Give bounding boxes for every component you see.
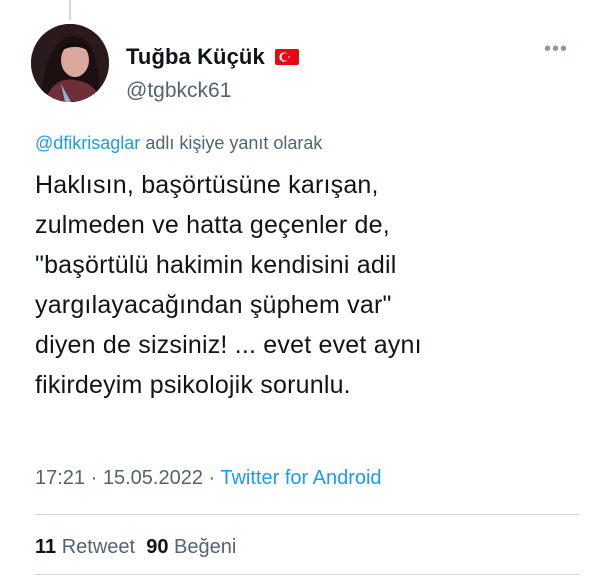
retweet-count: 11 — [35, 536, 57, 558]
reply-context-label: adlı kişiye yanıt olarak — [140, 133, 323, 153]
user-handle[interactable]: @tgbkck61 — [126, 79, 231, 103]
retweet-label: Retweet — [61, 536, 136, 558]
more-options-icon[interactable]: ••• — [544, 38, 568, 61]
profile-photo — [31, 24, 109, 102]
tweet-source-link[interactable]: Twitter for Android — [220, 467, 381, 489]
like-label: Beğeni — [174, 536, 237, 558]
divider — [35, 574, 580, 575]
turkey-flag-icon — [274, 49, 299, 65]
meta-separator: · — [85, 467, 103, 489]
engagement-stats: 11 Retweet 90 Beğeni — [35, 536, 236, 559]
tweet-meta: 17:21 · 15.05.2022 · Twitter for Android — [35, 467, 382, 490]
tweet-time[interactable]: 17:21 — [35, 467, 85, 489]
tweet-date[interactable]: 15.05.2022 — [103, 467, 203, 489]
avatar[interactable] — [31, 24, 109, 102]
meta-separator: · — [202, 467, 221, 489]
reply-context: @dfikrisaglar adlı kişiye yanıt olarak — [35, 133, 322, 154]
reply-mention-link[interactable]: @dfikrisaglar — [35, 133, 140, 153]
tweet-text: Haklısın, başörtüsüne karışan, zulmeden … — [35, 171, 422, 399]
divider — [35, 514, 580, 515]
retweet-stat[interactable]: 11 Retweet — [35, 536, 135, 558]
thread-line — [69, 0, 71, 20]
display-name[interactable]: Tuğba Küçük — [126, 44, 265, 70]
like-stat[interactable]: 90 Beğeni — [146, 536, 236, 558]
like-count: 90 — [146, 536, 169, 558]
